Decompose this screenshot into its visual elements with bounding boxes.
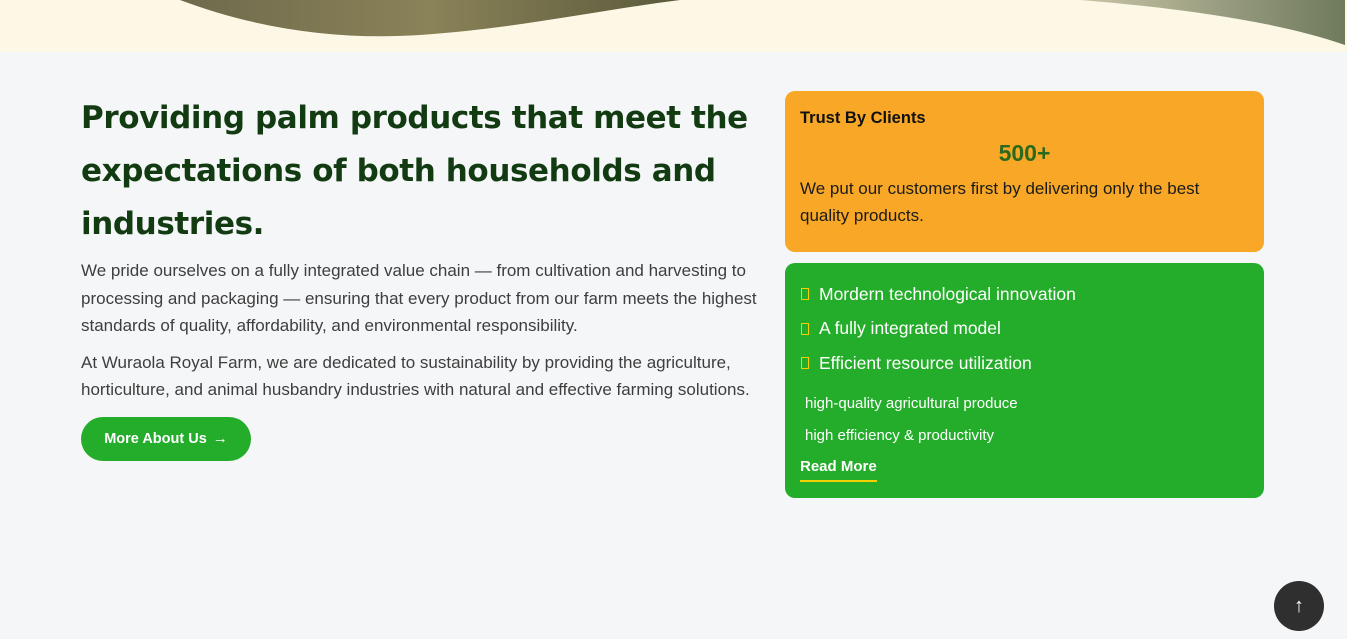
intro-paragraph: We pride ourselves on a fully integrated… — [81, 261, 757, 335]
mission-paragraph: At Wuraola Royal Farm, we are dedicated … — [81, 352, 750, 400]
feature-label: Efficient resource utilization — [819, 352, 1032, 373]
feature-label: Mordern technological innovation — [819, 283, 1076, 304]
trust-card-title: Trust By Clients — [800, 109, 926, 127]
arrow-right-icon: → — [212, 430, 228, 447]
top-banner-image — [0, 0, 1347, 52]
trust-card-description: We put our customers first by delivering… — [800, 179, 1200, 225]
features-card: Mordern technological innovation A fully… — [785, 263, 1264, 498]
page-title: Providing palm products that meet the ex… — [81, 100, 748, 242]
feature-item: A fully integrated model — [800, 312, 1249, 347]
read-more-link[interactable]: Read More — [800, 458, 877, 482]
more-about-us-button[interactable]: More About Us → — [81, 416, 251, 461]
checkbox-icon — [801, 288, 809, 301]
sub-item: high-quality agricultural produce — [805, 394, 1018, 412]
feature-item: Mordern technological innovation — [800, 277, 1249, 312]
client-count: 500+ — [998, 140, 1051, 166]
feature-label: A fully integrated model — [819, 318, 1001, 339]
more-about-us-label: More About Us — [104, 430, 207, 447]
trust-card: Trust By Clients 500+ We put our custome… — [785, 91, 1264, 252]
checkbox-icon — [801, 357, 809, 370]
sub-item: high efficiency & productivity — [805, 426, 994, 444]
banner-wave — [180, 0, 1345, 45]
feature-item: Efficient resource utilization — [800, 346, 1249, 381]
about-section: Providing palm products that meet the ex… — [81, 92, 771, 461]
up-arrow-icon: ↑ — [1294, 594, 1304, 617]
scroll-to-top-button[interactable]: ↑ — [1274, 581, 1324, 631]
checkbox-icon — [801, 322, 809, 335]
